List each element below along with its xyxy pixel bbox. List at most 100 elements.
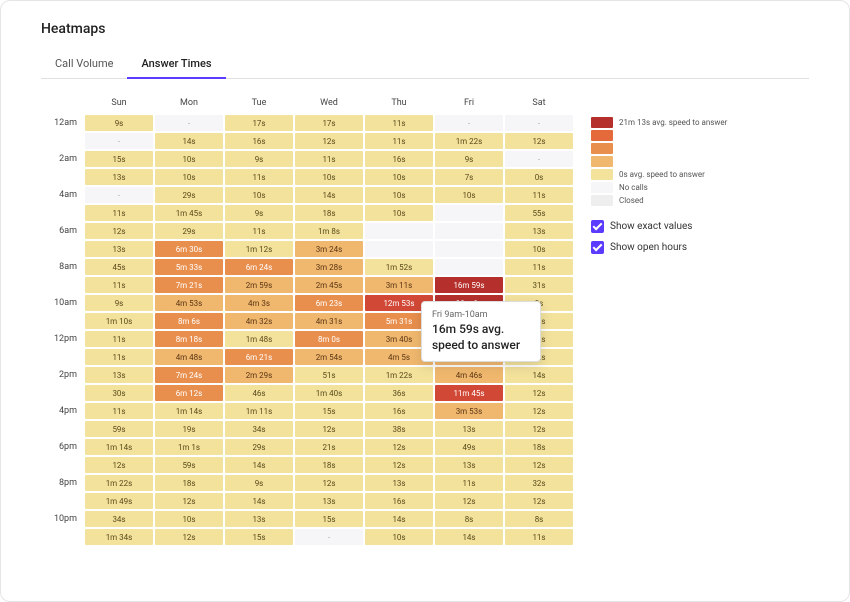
heatmap-cell[interactable]: 16s (365, 151, 433, 167)
heatmap-cell[interactable]: 8s (435, 511, 503, 527)
heatmap-cell[interactable]: 9s (435, 151, 503, 167)
heatmap-cell[interactable]: 14s (225, 457, 293, 473)
heatmap-cell[interactable]: 11m 45s (435, 385, 503, 401)
heatmap-cell[interactable]: 10s (365, 205, 433, 221)
heatmap-cell[interactable]: 13s (85, 169, 153, 185)
heatmap-cell[interactable]: 11s (505, 259, 573, 275)
heatmap-cell[interactable]: 14s (365, 511, 433, 527)
heatmap-cell[interactable]: 11s (505, 529, 573, 545)
heatmap-cell[interactable]: 5m 33s (155, 259, 223, 275)
heatmap-cell[interactable] (435, 205, 503, 221)
heatmap-cell[interactable]: 11s (225, 223, 293, 239)
heatmap-cell[interactable]: 11s (85, 205, 153, 221)
heatmap-cell[interactable]: 3m 53s (435, 403, 503, 419)
heatmap-cell[interactable]: 11s (365, 115, 433, 131)
heatmap-cell[interactable]: 7m 21s (155, 277, 223, 293)
heatmap-cell[interactable]: 18s (295, 205, 363, 221)
heatmap-cell[interactable]: 10s (365, 529, 433, 545)
heatmap-cell[interactable]: 6m 12s (155, 385, 223, 401)
heatmap-cell[interactable]: 9s (225, 475, 293, 491)
heatmap-cell[interactable]: 31s (505, 277, 573, 293)
heatmap-cell[interactable]: 59s (155, 457, 223, 473)
heatmap-cell[interactable]: 45s (85, 259, 153, 275)
heatmap-cell[interactable]: 1m 40s (295, 385, 363, 401)
heatmap-cell[interactable] (435, 241, 503, 257)
heatmap-cell[interactable]: 34s (85, 511, 153, 527)
heatmap-cell[interactable]: 3m 28s (295, 259, 363, 275)
heatmap-cell[interactable]: 2m 54s (295, 349, 363, 365)
heatmap-cell[interactable]: 36s (365, 385, 433, 401)
heatmap-cell[interactable]: 8m 18s (155, 331, 223, 347)
heatmap-cell[interactable]: 15s (85, 151, 153, 167)
heatmap-cell[interactable]: 11s (85, 403, 153, 419)
heatmap-cell[interactable]: - (435, 115, 503, 131)
heatmap-cell[interactable]: 13s (225, 511, 293, 527)
heatmap-cell[interactable]: 30s (85, 385, 153, 401)
heatmap-cell[interactable]: 18s (155, 475, 223, 491)
heatmap-cell[interactable]: 6m 23s (295, 295, 363, 311)
heatmap-cell[interactable]: 1m 12s (225, 241, 293, 257)
heatmap-cell[interactable]: 6m 21s (225, 349, 293, 365)
heatmap-cell[interactable]: 9s (85, 295, 153, 311)
heatmap-cell[interactable]: 11s (365, 133, 433, 149)
heatmap-cell[interactable]: 10s (295, 169, 363, 185)
heatmap-cell[interactable]: 12s (155, 493, 223, 509)
heatmap-cell[interactable]: 11s (85, 331, 153, 347)
heatmap-cell[interactable]: 1m 49s (85, 493, 153, 509)
heatmap-cell[interactable]: 16s (225, 133, 293, 149)
heatmap-cell[interactable]: 10s (155, 511, 223, 527)
heatmap-cell[interactable]: 1m 45s (155, 205, 223, 221)
heatmap-cell[interactable]: - (85, 133, 153, 149)
heatmap-cell[interactable] (435, 223, 503, 239)
heatmap-cell[interactable]: 12s (365, 457, 433, 473)
heatmap-cell[interactable]: 59s (85, 421, 153, 437)
heatmap-cell[interactable]: 12s (295, 133, 363, 149)
heatmap-cell[interactable]: 11s (505, 187, 573, 203)
heatmap-cell[interactable]: 10s (435, 187, 503, 203)
heatmap-cell[interactable]: 29s (155, 223, 223, 239)
heatmap-cell[interactable]: 38s (365, 421, 433, 437)
heatmap-cell[interactable]: 4m 32s (225, 313, 293, 329)
heatmap-cell[interactable]: 1m 34s (85, 529, 153, 545)
heatmap-cell[interactable]: 13s (435, 457, 503, 473)
heatmap-cell[interactable]: 1m 14s (85, 439, 153, 455)
heatmap-cell[interactable]: 12s (295, 421, 363, 437)
heatmap-cell[interactable]: 9s (225, 205, 293, 221)
heatmap-cell[interactable]: 8s (505, 511, 573, 527)
heatmap-cell[interactable]: 14s (505, 367, 573, 383)
heatmap-cell[interactable]: - (85, 187, 153, 203)
heatmap-cell[interactable]: 1m 10s (85, 313, 153, 329)
heatmap-cell[interactable]: 34s (225, 421, 293, 437)
heatmap-cell[interactable]: 1m 22s (365, 367, 433, 383)
heatmap-cell[interactable]: 13s (85, 367, 153, 383)
heatmap-cell[interactable]: 29s (155, 187, 223, 203)
heatmap-cell[interactable]: 15s (295, 403, 363, 419)
heatmap-cell[interactable]: 9s (85, 115, 153, 131)
heatmap-cell[interactable]: 1m 22s (435, 133, 503, 149)
heatmap-cell[interactable]: 1m 22s (85, 475, 153, 491)
heatmap-cell[interactable]: 7s (435, 169, 503, 185)
heatmap-cell[interactable]: 13s (85, 241, 153, 257)
heatmap-cell[interactable]: 3m 24s (295, 241, 363, 257)
heatmap-cell[interactable]: 11s (85, 349, 153, 365)
heatmap-cell[interactable]: 13s (365, 475, 433, 491)
heatmap-cell[interactable]: 4m 46s (435, 367, 503, 383)
tab-answer-times[interactable]: Answer Times (127, 51, 225, 78)
heatmap-cell[interactable]: 10s (365, 169, 433, 185)
heatmap-cell[interactable]: - (505, 151, 573, 167)
heatmap-cell[interactable]: 4m 31s (295, 313, 363, 329)
heatmap-cell[interactable]: 1m 14s (155, 403, 223, 419)
heatmap-cell[interactable]: 14s (295, 187, 363, 203)
heatmap-cell[interactable]: 10s (225, 187, 293, 203)
heatmap-cell[interactable]: 1m 11s (225, 403, 293, 419)
heatmap-cell[interactable]: 8m 6s (155, 313, 223, 329)
heatmap-cell[interactable]: 10s (365, 187, 433, 203)
heatmap-cell[interactable]: 21s (295, 439, 363, 455)
heatmap-cell[interactable]: 10s (155, 169, 223, 185)
heatmap-cell[interactable]: 16m 59s (435, 277, 503, 293)
heatmap-cell[interactable]: 12s (85, 223, 153, 239)
heatmap-cell[interactable]: 12s (505, 421, 573, 437)
heatmap-cell[interactable]: 17s (225, 115, 293, 131)
heatmap-cell[interactable]: 9s (225, 151, 293, 167)
heatmap-cell[interactable]: 12s (435, 493, 503, 509)
